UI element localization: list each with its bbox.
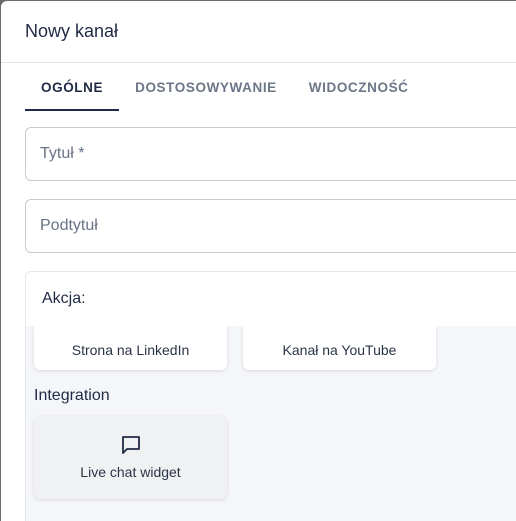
tab-bar: OGÓLNE DOSTOSOWYWANIE WIDOCZNOŚĆ [25,63,425,111]
action-label: Akcja: [42,290,86,307]
tab-customization[interactable]: DOSTOSOWYWANIE [119,63,293,111]
subtitle-input[interactable] [26,200,516,252]
dialog-title: Nowy kanał [25,21,119,41]
action-header: Akcja: [26,272,516,326]
chat-bubble-icon [122,436,140,454]
title-field [25,127,516,181]
tab-visibility[interactable]: WIDOCZNOŚĆ [293,63,425,111]
live-chat-widget-label: Live chat widget [80,464,181,480]
action-panel: Strona na LinkedIn Kanał na YouTube Akcj… [25,271,516,521]
title-input[interactable] [26,128,516,180]
option-live-chat-widget[interactable]: Live chat widget [34,416,227,499]
option-linkedin-page-label: Strona na LinkedIn [71,342,190,358]
option-linkedin-page[interactable]: Strona na LinkedIn [34,326,227,370]
option-youtube-channel-label: Kanał na YouTube [282,342,397,358]
new-channel-dialog: Nowy kanał OGÓLNE DOSTOSOWYWANIE WIDOCZN… [1,1,516,521]
option-youtube-channel[interactable]: Kanał na YouTube [243,326,436,370]
integration-section-title: Integration [34,387,110,404]
tab-general[interactable]: OGÓLNE [25,63,120,111]
subtitle-field [25,199,516,253]
